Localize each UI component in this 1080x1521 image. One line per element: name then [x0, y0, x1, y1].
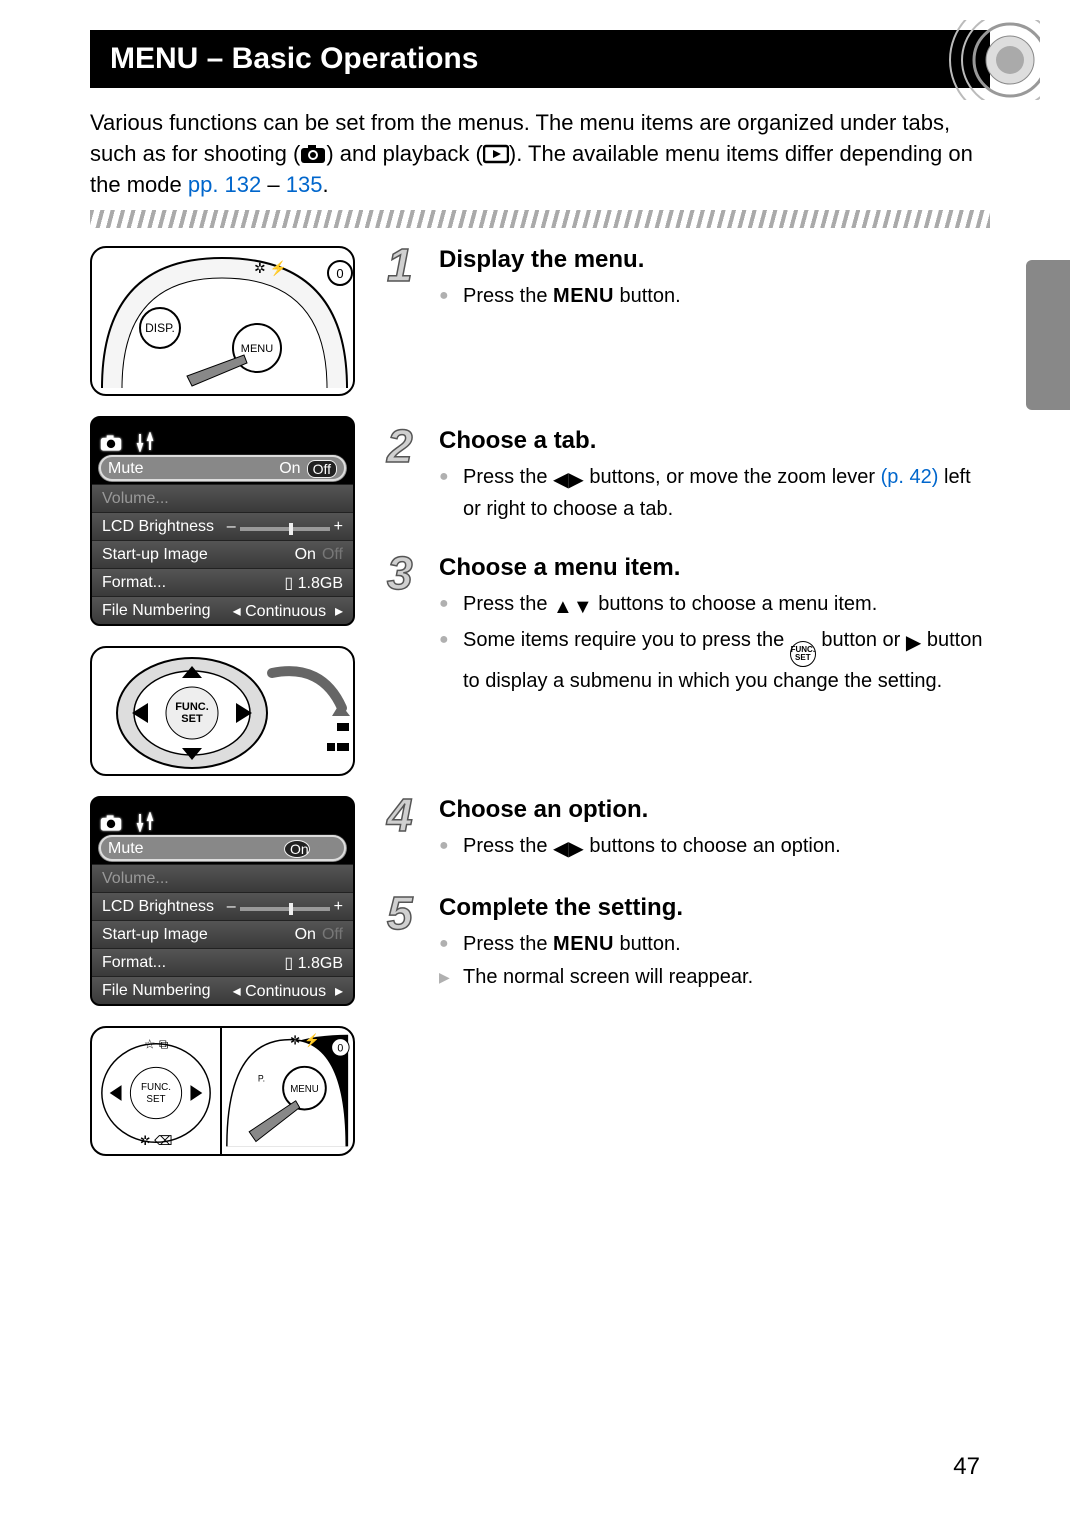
step-number: 1 — [387, 238, 413, 292]
tools-tab-icon — [136, 432, 158, 452]
menu-screen-mute-on: Mute OnOff Volume... LCD Brightness –+ S… — [90, 796, 355, 1006]
svg-text:FUNC.: FUNC. — [175, 701, 209, 713]
menu-row-brightness: LCD Brightness –+ — [92, 512, 353, 540]
menu-row-volume: Volume... — [92, 484, 353, 512]
svg-text:✲ ⌫: ✲ ⌫ — [140, 1134, 172, 1149]
page-header: MENU – Basic Operations — [90, 30, 990, 88]
camera-tab-icon — [100, 814, 122, 832]
step-title: Display the menu. — [439, 246, 990, 274]
page-ref-link[interactable]: 135 — [286, 172, 323, 197]
step-number: 3 — [387, 546, 413, 600]
menu-row-brightness: LCD Brightness –+ — [92, 892, 353, 920]
step-2: 2 Choose a tab. Press the ◀▶ buttons, or… — [439, 427, 990, 524]
step-1: 1 Display the menu. Press the MENU butto… — [439, 246, 990, 311]
step-bullet: Press the ◀▶ buttons, or move the zoom l… — [439, 463, 990, 524]
menu-row-volume: Volume... — [92, 864, 353, 892]
svg-text:✲ ⚡: ✲ ⚡ — [254, 260, 287, 277]
camera-tab-icon — [300, 144, 326, 164]
step-number: 4 — [387, 788, 413, 842]
step-bullet: Press the MENU button. — [439, 282, 990, 311]
step-bullet: Some items require you to press the FUNC… — [439, 626, 990, 696]
steps-column: 1 Display the menu. Press the MENU butto… — [387, 246, 990, 1156]
side-tab — [1026, 260, 1070, 410]
menu-row-startup: Start-up ImageOnOff — [92, 920, 353, 948]
svg-text:0: 0 — [336, 266, 343, 281]
playback-tab-icon — [483, 144, 509, 164]
menu-row-filenum: File Numbering◂ Continuous ▸ — [92, 976, 353, 1004]
menu-row-format: Format...▯ 1.8GB — [92, 568, 353, 596]
menu-row-mute: Mute OnOff — [98, 454, 347, 482]
right-arrow-icon: ▶ — [906, 629, 921, 658]
menu-row-filenum: File Numbering◂ Continuous ▸ — [92, 596, 353, 624]
menu-label: MENU — [241, 343, 273, 355]
step-result: The normal screen will reappear. — [439, 963, 990, 992]
step-bullet: Press the MENU button. — [439, 930, 990, 959]
svg-text:FUNC.: FUNC. — [141, 1082, 171, 1093]
step-number: 2 — [387, 419, 413, 473]
svg-text:SET: SET — [181, 713, 203, 725]
step-3: 3 Choose a menu item. Press the ▲▼ butto… — [439, 554, 990, 696]
svg-text:MENU: MENU — [290, 1084, 319, 1095]
step-title: Choose a tab. — [439, 427, 990, 455]
svg-text:SET: SET — [146, 1094, 165, 1105]
step-title: Complete the setting. — [439, 894, 990, 922]
illustration-column: DISP. MENU 0 ✲ ⚡ Mute OnOff — [90, 246, 355, 1156]
lens-decoration-icon — [880, 20, 1040, 100]
step-bullet: Press the ▲▼ buttons to choose a menu it… — [439, 590, 990, 622]
left-right-arrows-icon: ◀▶ — [553, 466, 584, 495]
menu-row-mute: Mute OnOff — [98, 834, 347, 862]
svg-text:0: 0 — [337, 1043, 343, 1055]
menu-row-format: Format...▯ 1.8GB — [92, 948, 353, 976]
intro-text: Various functions can be set from the me… — [90, 108, 990, 200]
menu-row-startup: Start-up ImageOnOff — [92, 540, 353, 568]
control-dial-illustration: FUNC. SET — [90, 646, 355, 776]
up-down-arrows-icon: ▲▼ — [553, 593, 593, 622]
left-right-arrows-icon: ◀▶ — [553, 835, 584, 864]
camera-tab-icon — [100, 434, 122, 452]
step-title: Choose an option. — [439, 796, 990, 824]
tools-tab-icon — [136, 812, 158, 832]
page-ref-link[interactable]: pp. 132 — [188, 172, 261, 197]
func-set-icon: FUNC.SET — [790, 641, 816, 667]
step-number: 5 — [387, 886, 413, 940]
menu-screen-mute-off: Mute OnOff Volume... LCD Brightness –+ S… — [90, 416, 355, 626]
dial-and-menu-illustration: FUNC. SET ☆ ⧉ ✲ ⌫ MENU P. ✲ ⚡ — [90, 1026, 355, 1156]
camera-back-illustration: DISP. MENU 0 ✲ ⚡ — [90, 246, 355, 396]
step-5: 5 Complete the setting. Press the MENU b… — [439, 894, 990, 992]
step-title: Choose a menu item. — [439, 554, 990, 582]
disp-label: DISP. — [145, 321, 175, 335]
page-title: MENU – Basic Operations — [110, 42, 478, 75]
divider-hatch — [90, 210, 990, 228]
step-bullet: Press the ◀▶ buttons to choose an option… — [439, 832, 990, 864]
page-ref-link[interactable]: (p. 42) — [881, 466, 939, 488]
page-number: 47 — [953, 1453, 980, 1481]
step-4: 4 Choose an option. Press the ◀▶ buttons… — [439, 796, 990, 864]
svg-text:P.: P. — [258, 1074, 265, 1084]
svg-text:☆ ⧉: ☆ ⧉ — [144, 1037, 168, 1052]
svg-text:✲ ⚡: ✲ ⚡ — [290, 1033, 320, 1049]
